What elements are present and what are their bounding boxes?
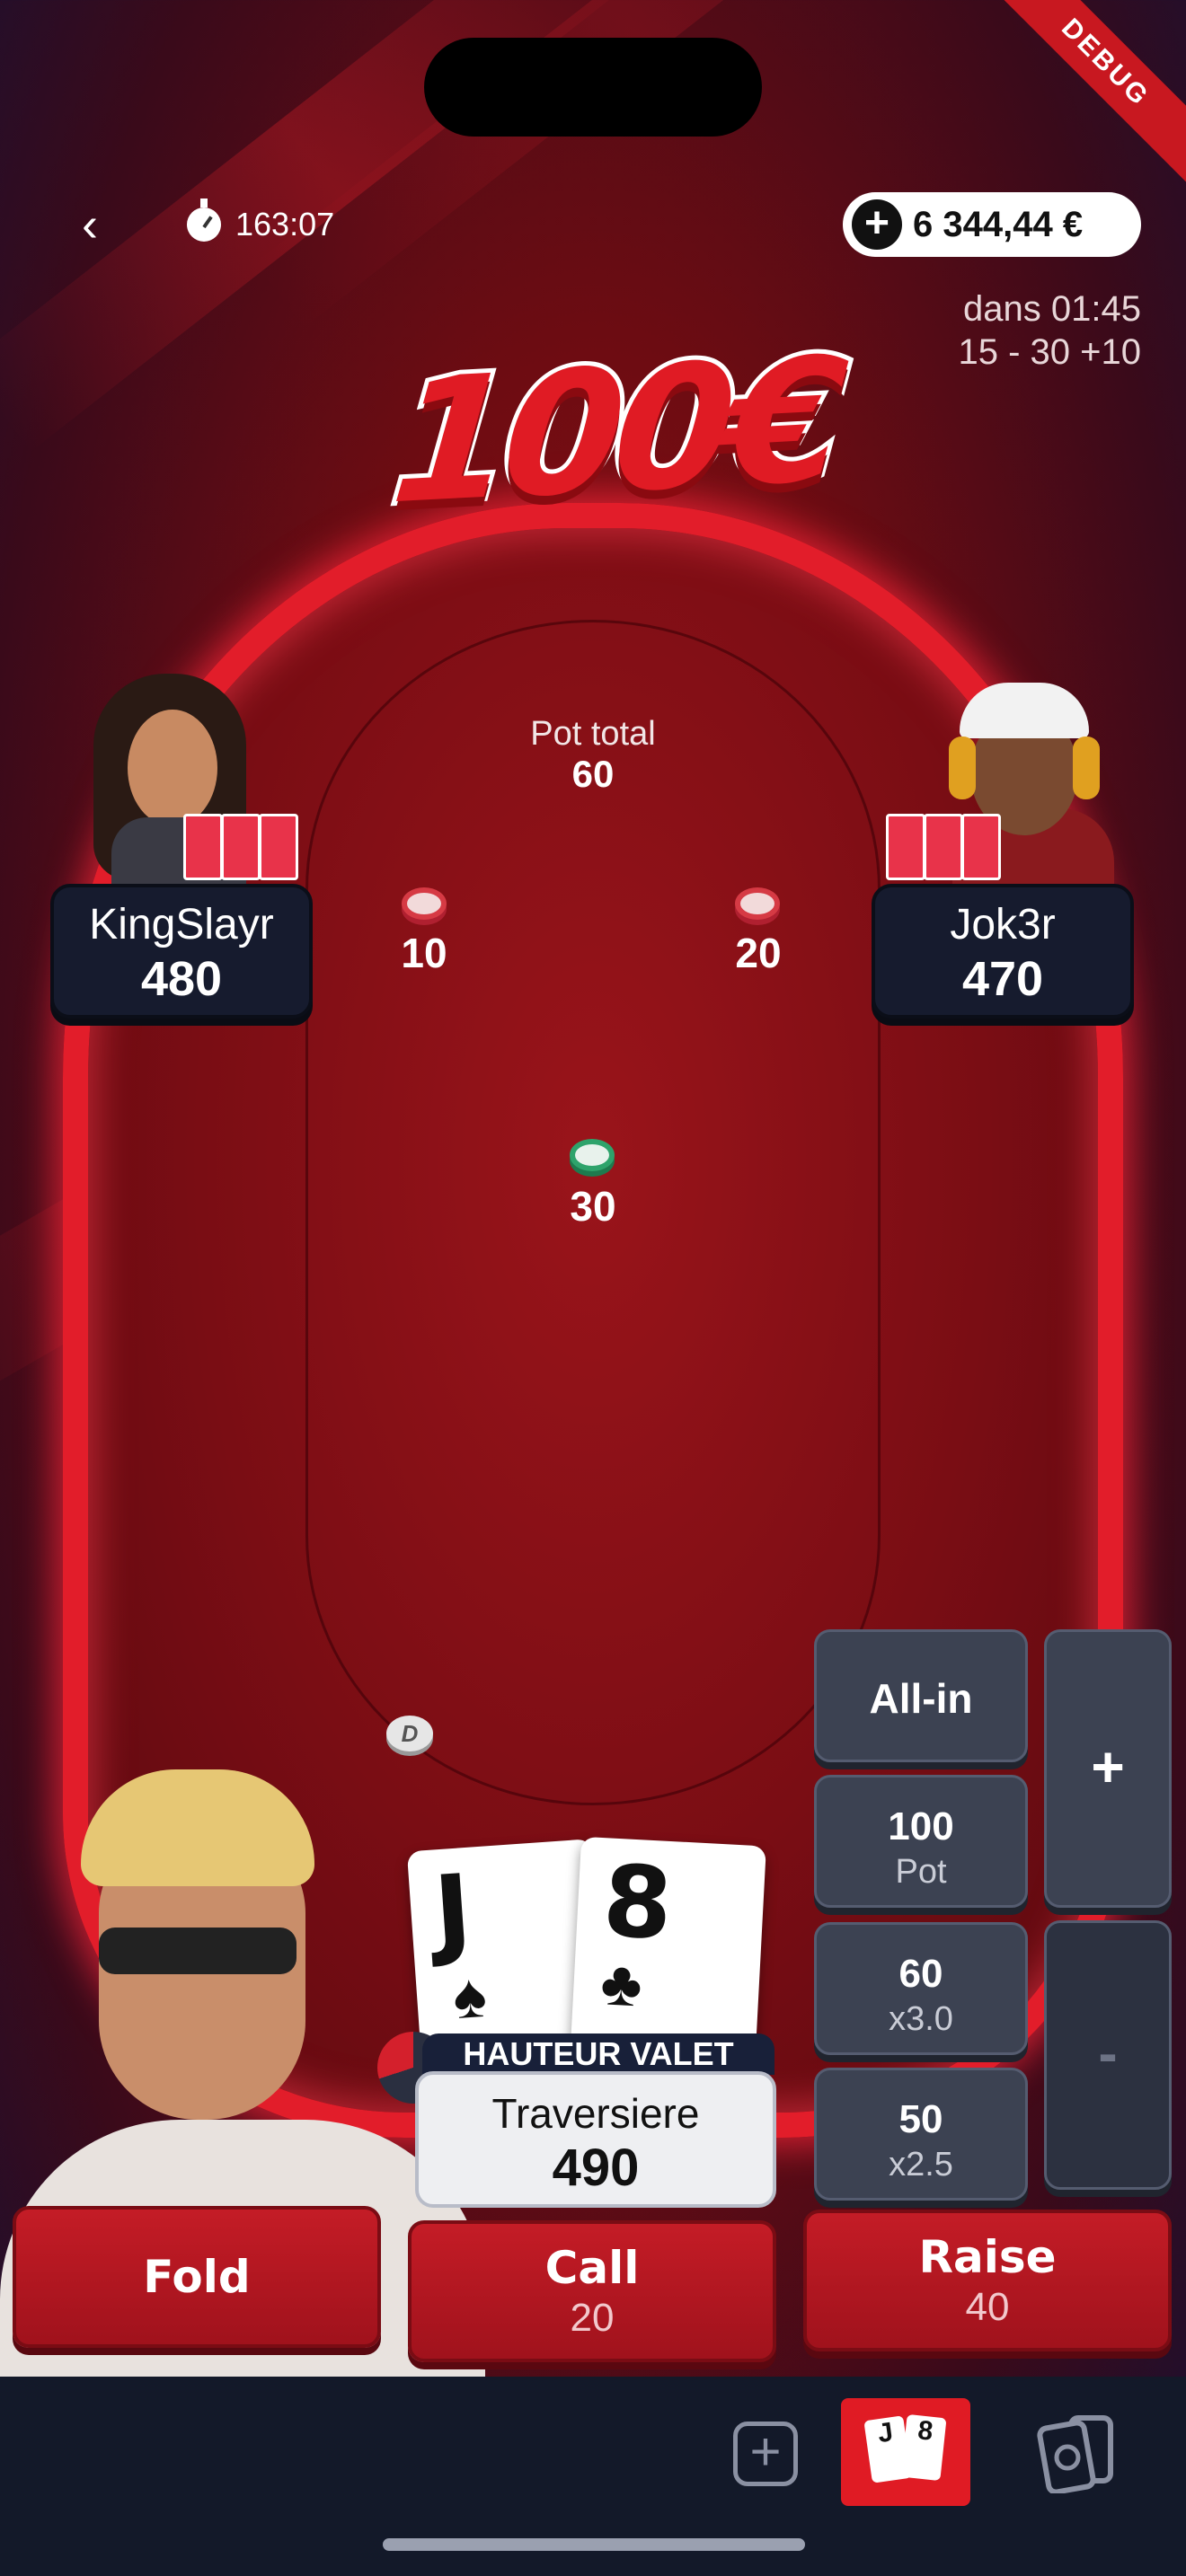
hole-card-back: [221, 814, 261, 880]
chevron-left-icon: ‹: [82, 198, 98, 251]
prize-banner: 100€: [381, 316, 849, 557]
all-in-label: All-in: [869, 1675, 973, 1722]
raise-x3-label: x3.0: [889, 2000, 953, 2038]
fold-label: Fold: [143, 2251, 251, 2303]
raise-x25-label: x2.5: [889, 2146, 953, 2183]
hand-strength-label: HAUTEUR VALET: [422, 2033, 774, 2075]
call-label: Call: [544, 2242, 640, 2294]
balance-pill[interactable]: + 6 344,44 €: [843, 192, 1141, 257]
player-stack: 490: [552, 2139, 640, 2197]
opponent-seat-right[interactable]: Jok3r 470: [872, 884, 1134, 1019]
fold-button[interactable]: Fold: [13, 2206, 381, 2348]
player-name: Jok3r: [950, 901, 1056, 948]
card-history-icon: [1037, 2415, 1113, 2495]
pot-value: 60: [571, 753, 615, 795]
opponent-bet-right: 20: [735, 930, 782, 976]
call-amount: 20: [570, 2296, 615, 2340]
player-name: Traversiere: [491, 2090, 700, 2137]
opponent-seat-left[interactable]: KingSlayr 480: [50, 884, 313, 1019]
spade-icon: ♠: [450, 1959, 490, 2033]
raise-x3-value: 60: [898, 1952, 943, 1996]
chip-icon: [402, 887, 447, 920]
dealer-button: D: [386, 1716, 433, 1751]
pot-size-button[interactable]: 100 Pot: [814, 1775, 1028, 1908]
plus-circle-icon[interactable]: +: [852, 199, 902, 250]
chip-icon: [735, 887, 780, 920]
raise-x3-button[interactable]: 60 x3.0: [814, 1922, 1028, 2055]
raise-increase-button[interactable]: +: [1044, 1629, 1172, 1908]
pot-size-value: 100: [888, 1804, 954, 1848]
prize-amount: 100€: [381, 316, 849, 546]
hole-card-back: [924, 814, 963, 880]
card-rank: 8: [600, 1843, 676, 1963]
elapsed-timer: 163:07: [187, 198, 334, 251]
balance-amount: 6 344,44 €: [913, 204, 1084, 244]
blind-levels: 15 - 30 +10: [958, 332, 1142, 372]
camera-notch: [424, 38, 762, 137]
raise-button[interactable]: Raise 40: [803, 2210, 1172, 2351]
opponent-bet-left: 10: [401, 930, 447, 976]
raise-x25-button[interactable]: 50 x2.5: [814, 2068, 1028, 2201]
stopwatch-icon: [187, 198, 221, 242]
back-button[interactable]: ‹: [63, 198, 117, 251]
tab-hand-history[interactable]: [1035, 2413, 1121, 2495]
debug-ribbon: DEBUG: [984, 0, 1186, 184]
hero-bet: 30: [570, 1183, 616, 1230]
raise-decrease-button[interactable]: -: [1044, 1920, 1172, 2190]
player-name: KingSlayr: [89, 901, 274, 948]
home-indicator: [383, 2538, 805, 2551]
card-rank: J: [430, 1852, 475, 1971]
player-stack: 480: [140, 952, 223, 1006]
club-icon: ♣: [598, 1947, 644, 2020]
call-button[interactable]: Call 20: [408, 2220, 776, 2362]
tab-current-hand[interactable]: J 8: [841, 2398, 970, 2506]
raise-amount: 40: [965, 2285, 1010, 2329]
player-stack: 470: [961, 952, 1044, 1006]
hole-card-back: [183, 814, 223, 880]
blind-schedule: dans 01:45 15 - 30 +10: [959, 287, 1142, 374]
raise-label: Raise: [918, 2231, 1057, 2283]
elapsed-time: 163:07: [235, 206, 335, 243]
next-level-countdown: dans 01:45: [963, 289, 1141, 329]
hole-card-back: [886, 814, 925, 880]
raise-x25-value: 50: [898, 2097, 943, 2141]
minus-icon: -: [1098, 2021, 1118, 2086]
plus-square-icon[interactable]: +: [733, 2422, 798, 2486]
all-in-button[interactable]: All-in: [814, 1629, 1028, 1762]
plus-icon: +: [1091, 1734, 1125, 1799]
pot-size-label: Pot: [895, 1853, 947, 1891]
hole-card-back: [961, 814, 1001, 880]
cards-icon: 8: [900, 2413, 947, 2482]
hole-card-back: [259, 814, 298, 880]
hero-seat: Traversiere 490: [415, 2071, 776, 2208]
chip-icon: [570, 1139, 615, 1171]
pot-label: Pot total: [530, 715, 656, 753]
